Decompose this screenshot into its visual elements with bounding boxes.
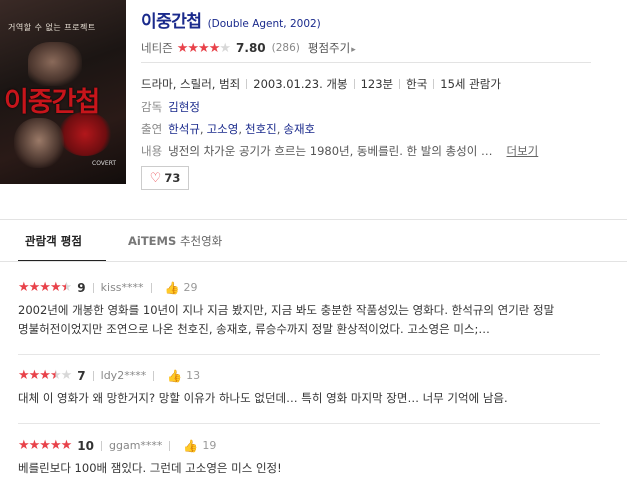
- divider: [0, 219, 627, 220]
- cast-link[interactable]: 고소영: [207, 121, 239, 137]
- poster-title: 이중간첩: [4, 87, 100, 118]
- cast-link[interactable]: 송재호: [283, 121, 315, 137]
- vote-count: 19: [202, 439, 217, 452]
- cast-link[interactable]: 한석규: [168, 121, 200, 137]
- chevron-right-icon: ▸: [351, 45, 356, 55]
- like-button[interactable]: ♡ 73: [141, 166, 189, 190]
- aitems-logo: AiTEMS: [128, 234, 177, 248]
- vote-count: 29: [183, 281, 198, 294]
- movie-poster[interactable]: 거역할 수 없는 프로젝트 이중간첩 COVERT: [0, 0, 126, 184]
- separator: [433, 79, 435, 89]
- poster-face-image-2: [14, 118, 64, 168]
- heart-icon: ♡: [149, 170, 162, 186]
- netizen-rating: 네티즌 ★★★★★ 7.80 (286) 평점주기▸: [141, 40, 356, 56]
- review-item: ★★★★★ 7 ldy2**** 👍 13 대체 이 영화가 왜 망한거지? 망…: [18, 368, 600, 408]
- director-row: 감독 김현정: [141, 99, 200, 115]
- review-text: 2002년에 개봉한 영화를 10년이 지나 지금 봤지만, 지금 봐도 충분한…: [18, 303, 555, 336]
- review-stars: ★★★★★: [18, 368, 72, 383]
- review-stars: ★★★★★: [18, 280, 72, 295]
- thumbs-up-icon[interactable]: 👍: [165, 281, 180, 295]
- movie-title-row: 이중간첩 (Double Agent, 2002): [141, 7, 321, 32]
- vote-count: 13: [186, 369, 201, 382]
- poster-tagline: 거역할 수 없는 프로젝트: [8, 23, 96, 32]
- summary-row: 내용 냉전의 차가운 공기가 흐르는 1980년, 동베를린. 한 발의 총성이…: [141, 143, 538, 159]
- review-text: 대체 이 영화가 왜 망한거지? 망할 이유가 하나도 없던데… 특히 영화 마…: [18, 391, 508, 405]
- rating-count: (286): [271, 42, 300, 54]
- divider: [0, 261, 627, 262]
- rating-stars: ★★★★★: [176, 40, 231, 56]
- director-label: 감독: [141, 100, 163, 114]
- review-user[interactable]: ldy2****: [101, 369, 147, 382]
- review-score: 10: [77, 438, 94, 453]
- poster-small-text: COVERT: [92, 160, 117, 167]
- review-text: 베를린보다 100배 잼있다. 그런데 고소영은 미스 인정!: [18, 461, 282, 475]
- thumbs-up-icon[interactable]: 👍: [167, 369, 182, 383]
- tab-recommended-movies[interactable]: AiTEMS 추천영화: [128, 233, 222, 249]
- review-item: ★★★★★ 9 kiss**** 👍 29 2002년에 개봉한 영화를 10년…: [18, 280, 600, 339]
- divider: [18, 354, 600, 355]
- movie-subtitle: (Double Agent, 2002): [207, 18, 321, 30]
- cast-link[interactable]: 천호진: [245, 121, 277, 137]
- country: 한국: [406, 77, 428, 91]
- thumbs-up-icon[interactable]: 👍: [183, 439, 198, 453]
- movie-title[interactable]: 이중간첩: [141, 7, 202, 32]
- director-link[interactable]: 김현정: [168, 99, 200, 115]
- rating-score: 7.80: [236, 41, 266, 55]
- separator: [246, 79, 248, 89]
- release-date: 2003.01.23. 개봉: [253, 77, 348, 91]
- divider: [141, 62, 591, 63]
- review-user[interactable]: ggam****: [109, 439, 162, 452]
- rate-button[interactable]: 평점주기▸: [308, 40, 356, 56]
- cast-label: 출연: [141, 122, 163, 136]
- runtime: 123분: [360, 77, 394, 91]
- more-link[interactable]: 더보기: [507, 143, 539, 159]
- movie-basic-info: 드라마, 스릴러, 범죄 2003.01.23. 개봉 123분 한국 15세 …: [141, 76, 501, 92]
- summary-label: 내용: [141, 144, 163, 158]
- summary-text: 냉전의 차가운 공기가 흐르는 1980년, 동베를린. 한 발의 총성이 …: [168, 144, 493, 158]
- divider: [18, 423, 600, 424]
- review-stars: ★★★★★: [18, 438, 72, 453]
- review-score: 7: [77, 368, 86, 383]
- tab-audience-reviews[interactable]: 관람객 평점: [25, 233, 82, 249]
- separator: [353, 79, 355, 89]
- review-score: 9: [77, 280, 86, 295]
- genre: 드라마, 스릴러, 범죄: [141, 77, 241, 91]
- review-user[interactable]: kiss****: [101, 281, 144, 294]
- rating-label: 네티즌: [141, 41, 173, 55]
- age-grade: 15세 관람가: [440, 77, 501, 91]
- separator: [399, 79, 401, 89]
- cast-row: 출연 한석규, 고소영, 천호진, 송재호: [141, 121, 316, 137]
- like-count: 73: [164, 171, 181, 185]
- review-item: ★★★★★ 10 ggam**** 👍 19 베를린보다 100배 잼있다. 그…: [18, 438, 600, 478]
